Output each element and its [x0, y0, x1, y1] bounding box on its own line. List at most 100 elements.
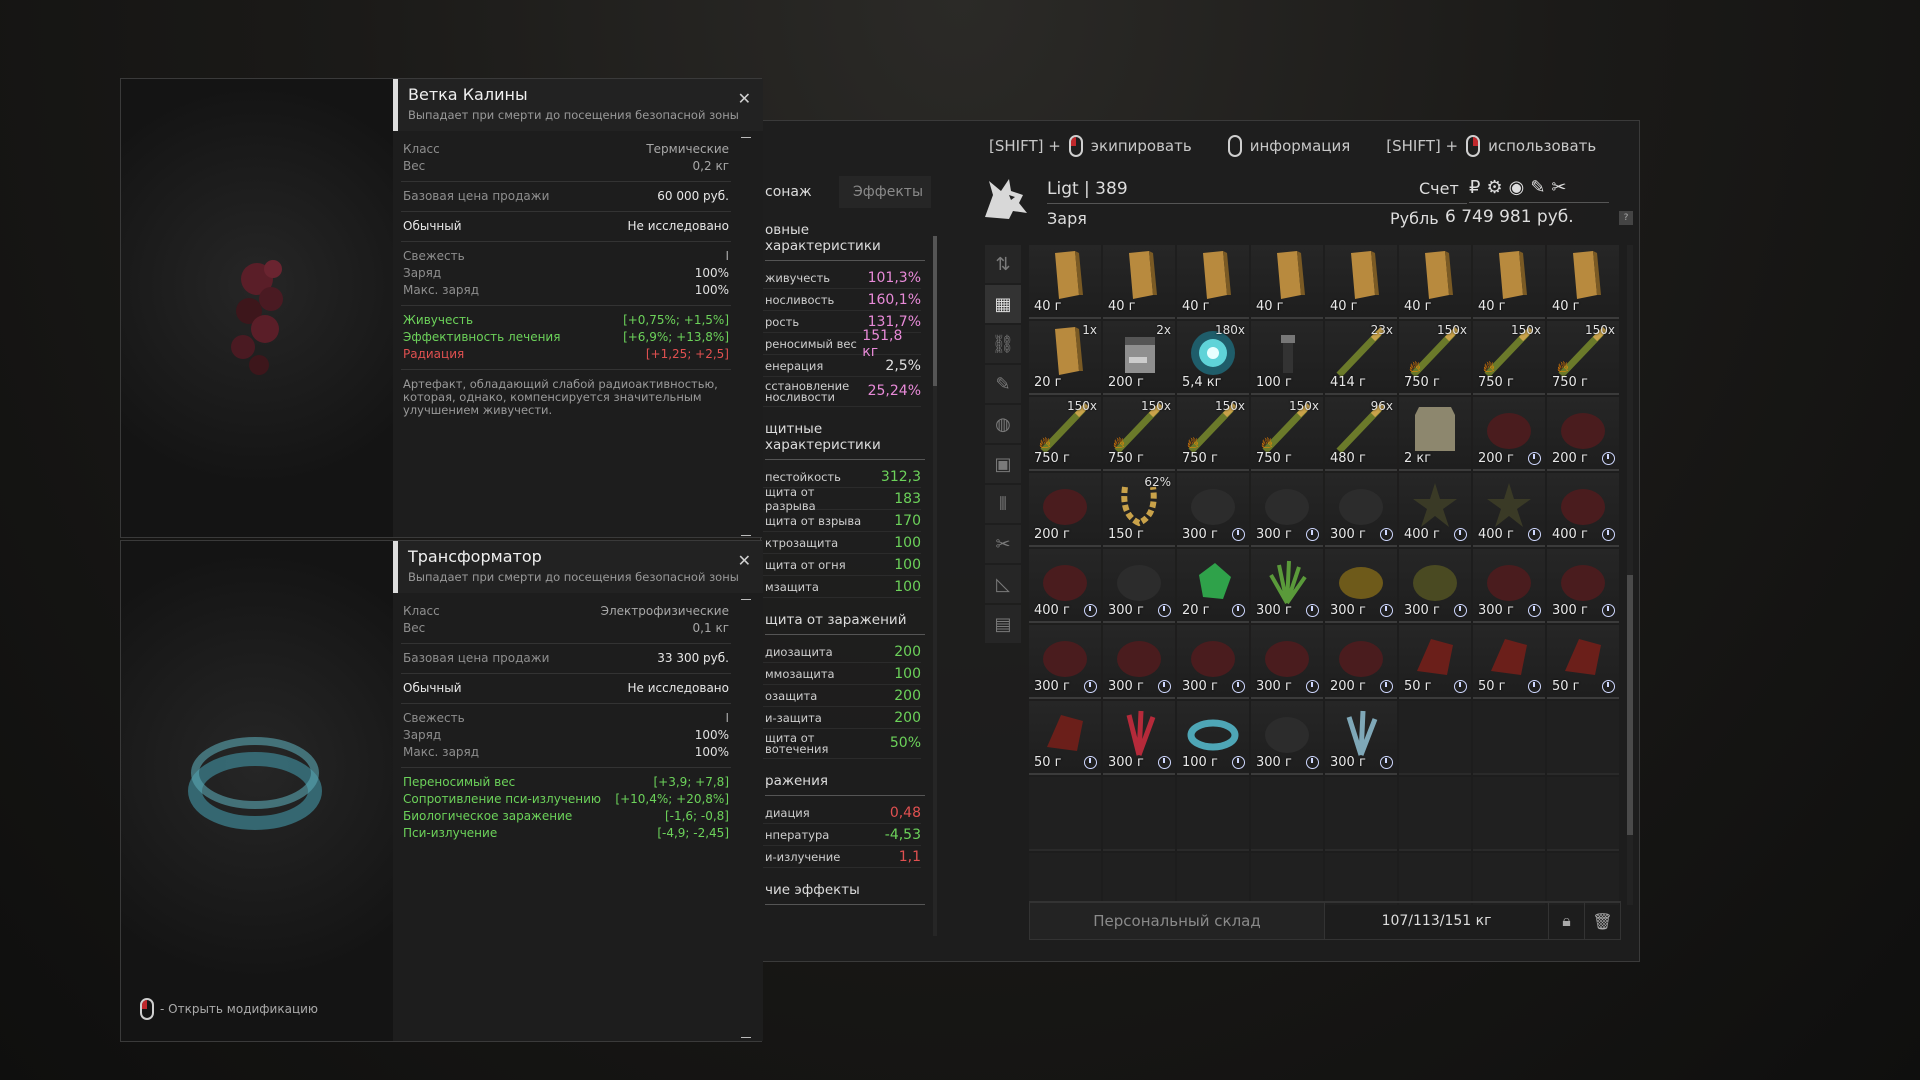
- inventory-slot[interactable]: 40 г: [1473, 245, 1545, 319]
- inventory-slot[interactable]: 300 г: [1029, 625, 1101, 699]
- personal-storage-button[interactable]: Персональный склад: [1029, 902, 1325, 940]
- empty-slot[interactable]: [1325, 777, 1397, 851]
- inventory-slot[interactable]: 300 г: [1251, 473, 1323, 547]
- token-currency-icon[interactable]: ✂: [1551, 177, 1566, 198]
- inventory-slot[interactable]: 400 г: [1029, 549, 1101, 623]
- inventory-slot[interactable]: 40 г: [1029, 245, 1101, 319]
- inventory-slot[interactable]: 40 г: [1547, 245, 1619, 319]
- inventory-slot[interactable]: 300 г: [1103, 701, 1175, 775]
- empty-slot[interactable]: [1251, 777, 1323, 851]
- empty-slot[interactable]: [1029, 777, 1101, 851]
- ruler-icon[interactable]: ◺: [985, 565, 1021, 603]
- inventory-slot[interactable]: 2 кг: [1399, 397, 1471, 471]
- inventory-slot[interactable]: 40 г: [1103, 245, 1175, 319]
- inventory-slot[interactable]: 🔥︎ 150x 750 г: [1547, 321, 1619, 395]
- inventory-slot[interactable]: 🔥︎ 150x 750 г: [1473, 321, 1545, 395]
- inventory-slot[interactable]: 1x 20 г: [1029, 321, 1101, 395]
- inventory-slot[interactable]: 2x 200 г: [1103, 321, 1175, 395]
- inventory-slot[interactable]: 300 г: [1325, 549, 1397, 623]
- inventory-slot[interactable]: 🔥︎ 150x 750 г: [1177, 397, 1249, 471]
- tooltip-scrollbar[interactable]: [741, 599, 751, 1038]
- inventory-slot[interactable]: 200 г: [1029, 473, 1101, 547]
- inventory-slot[interactable]: 🔥︎ 150x 750 г: [1103, 397, 1175, 471]
- inventory-slot[interactable]: 300 г: [1399, 549, 1471, 623]
- inventory-slot[interactable]: 300 г: [1325, 473, 1397, 547]
- inventory-slot[interactable]: 20 г: [1177, 549, 1249, 623]
- gear-currency-icon[interactable]: ⚙: [1486, 177, 1502, 198]
- inventory-slot[interactable]: 50 г: [1399, 625, 1471, 699]
- box-icon[interactable]: ▤: [985, 605, 1021, 643]
- inventory-slot[interactable]: 🔥︎ 150x 750 г: [1399, 321, 1471, 395]
- trash-icon[interactable]: 🗑︎: [1585, 902, 1621, 940]
- empty-slot[interactable]: [1473, 853, 1545, 905]
- inventory-slot[interactable]: 100 г: [1251, 321, 1323, 395]
- inventory-slot[interactable]: 300 г: [1251, 625, 1323, 699]
- empty-slot[interactable]: [1029, 853, 1101, 905]
- ammo-icon[interactable]: ⦀: [985, 485, 1021, 523]
- inventory-slot[interactable]: 96x 480 г: [1325, 397, 1397, 471]
- empty-slot[interactable]: [1103, 777, 1175, 851]
- inventory-slot[interactable]: 200 г: [1473, 397, 1545, 471]
- empty-slot[interactable]: [1399, 701, 1471, 775]
- tooltip-scrollbar[interactable]: [741, 137, 751, 537]
- inventory-slot[interactable]: 300 г: [1251, 549, 1323, 623]
- coin-currency-icon[interactable]: ◉: [1509, 177, 1525, 198]
- grid-icon[interactable]: ▦: [985, 285, 1021, 323]
- empty-slot[interactable]: [1251, 853, 1323, 905]
- inventory-slot[interactable]: 300 г: [1251, 701, 1323, 775]
- help-icon[interactable]: ?: [1619, 211, 1633, 225]
- grid-scrollbar[interactable]: [1627, 245, 1633, 905]
- stats-scrollbar[interactable]: [933, 236, 937, 936]
- empty-slot[interactable]: [1473, 777, 1545, 851]
- ruble-icon[interactable]: ₽: [1469, 177, 1480, 198]
- feather-currency-icon[interactable]: ✎: [1530, 177, 1545, 198]
- inventory-slot[interactable]: 40 г: [1399, 245, 1471, 319]
- empty-slot[interactable]: [1547, 853, 1619, 905]
- inventory-slot[interactable]: 40 г: [1177, 245, 1249, 319]
- empty-slot[interactable]: [1399, 777, 1471, 851]
- inventory-slot[interactable]: 300 г: [1547, 549, 1619, 623]
- inventory-slot[interactable]: 400 г: [1399, 473, 1471, 547]
- inventory-slot[interactable]: 62% 150 г: [1103, 473, 1175, 547]
- empty-slot[interactable]: [1177, 853, 1249, 905]
- empty-slot[interactable]: [1399, 853, 1471, 905]
- stats-scroll-thumb[interactable]: [933, 236, 937, 386]
- empty-slot[interactable]: [1473, 701, 1545, 775]
- lock-icon[interactable]: 🔒︎: [1549, 902, 1585, 940]
- inventory-slot[interactable]: 200 г: [1325, 625, 1397, 699]
- inventory-slot[interactable]: 50 г: [1547, 625, 1619, 699]
- armor-icon[interactable]: ◍: [985, 405, 1021, 443]
- inventory-slot[interactable]: 🔥︎ 150x 750 г: [1029, 397, 1101, 471]
- inventory-slot[interactable]: 50 г: [1473, 625, 1545, 699]
- rifle-icon[interactable]: ✎: [985, 365, 1021, 403]
- inventory-slot[interactable]: 300 г: [1177, 473, 1249, 547]
- inventory-slot[interactable]: 300 г: [1473, 549, 1545, 623]
- close-icon[interactable]: ✕: [738, 551, 751, 570]
- empty-slot[interactable]: [1547, 701, 1619, 775]
- inventory-slot[interactable]: 40 г: [1325, 245, 1397, 319]
- tab-character[interactable]: сонаж: [761, 176, 839, 208]
- inventory-slot[interactable]: 300 г: [1325, 701, 1397, 775]
- empty-slot[interactable]: [1177, 777, 1249, 851]
- backpack-icon[interactable]: ▣: [985, 445, 1021, 483]
- link-icon[interactable]: ⛓: [985, 325, 1021, 363]
- empty-slot[interactable]: [1547, 777, 1619, 851]
- inventory-slot[interactable]: 200 г: [1547, 397, 1619, 471]
- inventory-slot[interactable]: 300 г: [1177, 625, 1249, 699]
- inventory-slot[interactable]: 🔥︎ 150x 750 г: [1251, 397, 1323, 471]
- open-modification-hint[interactable]: - Открыть модификацию: [140, 998, 318, 1020]
- inventory-slot[interactable]: 40 г: [1251, 245, 1323, 319]
- inventory-slot[interactable]: 400 г: [1473, 473, 1545, 547]
- tab-effects[interactable]: Эффекты: [839, 176, 931, 208]
- inventory-slot[interactable]: 23x 414 г: [1325, 321, 1397, 395]
- inventory-slot[interactable]: 100 г: [1177, 701, 1249, 775]
- close-icon[interactable]: ✕: [738, 89, 751, 108]
- inventory-slot[interactable]: 180x 5,4 кг: [1177, 321, 1249, 395]
- empty-slot[interactable]: [1103, 853, 1175, 905]
- inventory-slot[interactable]: 400 г: [1547, 473, 1619, 547]
- inventory-slot[interactable]: 50 г: [1029, 701, 1101, 775]
- grid-scroll-thumb[interactable]: [1627, 575, 1633, 835]
- inventory-slot[interactable]: 300 г: [1103, 549, 1175, 623]
- tools-icon[interactable]: ✂: [985, 525, 1021, 563]
- inventory-slot[interactable]: 300 г: [1103, 625, 1175, 699]
